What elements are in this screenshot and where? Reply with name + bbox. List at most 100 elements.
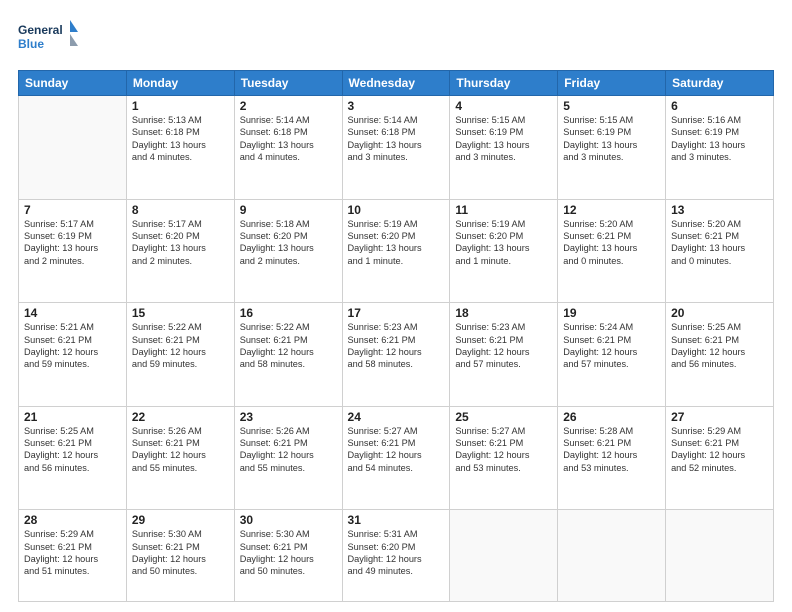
day-cell: 18Sunrise: 5:23 AM Sunset: 6:21 PM Dayli…: [450, 303, 558, 407]
day-info: Sunrise: 5:29 AM Sunset: 6:21 PM Dayligh…: [24, 528, 121, 578]
day-cell: 25Sunrise: 5:27 AM Sunset: 6:21 PM Dayli…: [450, 406, 558, 510]
day-cell: [450, 510, 558, 602]
day-cell: [19, 96, 127, 200]
day-number: 7: [24, 203, 121, 217]
day-info: Sunrise: 5:23 AM Sunset: 6:21 PM Dayligh…: [348, 321, 445, 371]
day-cell: 14Sunrise: 5:21 AM Sunset: 6:21 PM Dayli…: [19, 303, 127, 407]
day-cell: 22Sunrise: 5:26 AM Sunset: 6:21 PM Dayli…: [126, 406, 234, 510]
day-cell: 30Sunrise: 5:30 AM Sunset: 6:21 PM Dayli…: [234, 510, 342, 602]
day-cell: 29Sunrise: 5:30 AM Sunset: 6:21 PM Dayli…: [126, 510, 234, 602]
col-header-friday: Friday: [558, 71, 666, 96]
day-number: 13: [671, 203, 768, 217]
day-cell: 20Sunrise: 5:25 AM Sunset: 6:21 PM Dayli…: [666, 303, 774, 407]
col-header-sunday: Sunday: [19, 71, 127, 96]
day-number: 27: [671, 410, 768, 424]
day-info: Sunrise: 5:25 AM Sunset: 6:21 PM Dayligh…: [671, 321, 768, 371]
col-header-thursday: Thursday: [450, 71, 558, 96]
day-number: 4: [455, 99, 552, 113]
day-info: Sunrise: 5:23 AM Sunset: 6:21 PM Dayligh…: [455, 321, 552, 371]
day-info: Sunrise: 5:27 AM Sunset: 6:21 PM Dayligh…: [455, 425, 552, 475]
day-cell: 10Sunrise: 5:19 AM Sunset: 6:20 PM Dayli…: [342, 199, 450, 303]
day-cell: 1Sunrise: 5:13 AM Sunset: 6:18 PM Daylig…: [126, 96, 234, 200]
week-row-2: 7Sunrise: 5:17 AM Sunset: 6:19 PM Daylig…: [19, 199, 774, 303]
week-row-1: 1Sunrise: 5:13 AM Sunset: 6:18 PM Daylig…: [19, 96, 774, 200]
day-info: Sunrise: 5:27 AM Sunset: 6:21 PM Dayligh…: [348, 425, 445, 475]
day-number: 2: [240, 99, 337, 113]
day-cell: 19Sunrise: 5:24 AM Sunset: 6:21 PM Dayli…: [558, 303, 666, 407]
day-cell: 3Sunrise: 5:14 AM Sunset: 6:18 PM Daylig…: [342, 96, 450, 200]
day-cell: 27Sunrise: 5:29 AM Sunset: 6:21 PM Dayli…: [666, 406, 774, 510]
day-cell: 28Sunrise: 5:29 AM Sunset: 6:21 PM Dayli…: [19, 510, 127, 602]
logo-svg: General Blue: [18, 18, 78, 60]
day-info: Sunrise: 5:17 AM Sunset: 6:20 PM Dayligh…: [132, 218, 229, 268]
day-number: 17: [348, 306, 445, 320]
day-number: 11: [455, 203, 552, 217]
day-cell: 2Sunrise: 5:14 AM Sunset: 6:18 PM Daylig…: [234, 96, 342, 200]
day-info: Sunrise: 5:13 AM Sunset: 6:18 PM Dayligh…: [132, 114, 229, 164]
day-number: 23: [240, 410, 337, 424]
day-cell: 15Sunrise: 5:22 AM Sunset: 6:21 PM Dayli…: [126, 303, 234, 407]
day-info: Sunrise: 5:25 AM Sunset: 6:21 PM Dayligh…: [24, 425, 121, 475]
day-cell: 5Sunrise: 5:15 AM Sunset: 6:19 PM Daylig…: [558, 96, 666, 200]
day-number: 12: [563, 203, 660, 217]
day-number: 21: [24, 410, 121, 424]
day-number: 26: [563, 410, 660, 424]
day-info: Sunrise: 5:26 AM Sunset: 6:21 PM Dayligh…: [240, 425, 337, 475]
day-number: 31: [348, 513, 445, 527]
week-row-5: 28Sunrise: 5:29 AM Sunset: 6:21 PM Dayli…: [19, 510, 774, 602]
day-info: Sunrise: 5:29 AM Sunset: 6:21 PM Dayligh…: [671, 425, 768, 475]
day-info: Sunrise: 5:14 AM Sunset: 6:18 PM Dayligh…: [240, 114, 337, 164]
day-info: Sunrise: 5:22 AM Sunset: 6:21 PM Dayligh…: [240, 321, 337, 371]
day-cell: 16Sunrise: 5:22 AM Sunset: 6:21 PM Dayli…: [234, 303, 342, 407]
day-info: Sunrise: 5:20 AM Sunset: 6:21 PM Dayligh…: [671, 218, 768, 268]
day-number: 16: [240, 306, 337, 320]
day-info: Sunrise: 5:19 AM Sunset: 6:20 PM Dayligh…: [455, 218, 552, 268]
day-number: 1: [132, 99, 229, 113]
day-number: 15: [132, 306, 229, 320]
day-info: Sunrise: 5:26 AM Sunset: 6:21 PM Dayligh…: [132, 425, 229, 475]
day-cell: 12Sunrise: 5:20 AM Sunset: 6:21 PM Dayli…: [558, 199, 666, 303]
day-number: 30: [240, 513, 337, 527]
day-number: 14: [24, 306, 121, 320]
col-header-wednesday: Wednesday: [342, 71, 450, 96]
day-info: Sunrise: 5:30 AM Sunset: 6:21 PM Dayligh…: [240, 528, 337, 578]
header: General Blue: [18, 18, 774, 60]
day-cell: 11Sunrise: 5:19 AM Sunset: 6:20 PM Dayli…: [450, 199, 558, 303]
day-number: 3: [348, 99, 445, 113]
day-info: Sunrise: 5:24 AM Sunset: 6:21 PM Dayligh…: [563, 321, 660, 371]
day-info: Sunrise: 5:15 AM Sunset: 6:19 PM Dayligh…: [455, 114, 552, 164]
day-number: 24: [348, 410, 445, 424]
day-info: Sunrise: 5:19 AM Sunset: 6:20 PM Dayligh…: [348, 218, 445, 268]
header-row: SundayMondayTuesdayWednesdayThursdayFrid…: [19, 71, 774, 96]
day-cell: 13Sunrise: 5:20 AM Sunset: 6:21 PM Dayli…: [666, 199, 774, 303]
day-info: Sunrise: 5:20 AM Sunset: 6:21 PM Dayligh…: [563, 218, 660, 268]
day-cell: [558, 510, 666, 602]
day-number: 5: [563, 99, 660, 113]
day-cell: [666, 510, 774, 602]
day-number: 8: [132, 203, 229, 217]
day-number: 28: [24, 513, 121, 527]
day-info: Sunrise: 5:14 AM Sunset: 6:18 PM Dayligh…: [348, 114, 445, 164]
day-number: 18: [455, 306, 552, 320]
day-number: 19: [563, 306, 660, 320]
day-number: 9: [240, 203, 337, 217]
day-cell: 26Sunrise: 5:28 AM Sunset: 6:21 PM Dayli…: [558, 406, 666, 510]
day-info: Sunrise: 5:30 AM Sunset: 6:21 PM Dayligh…: [132, 528, 229, 578]
day-cell: 21Sunrise: 5:25 AM Sunset: 6:21 PM Dayli…: [19, 406, 127, 510]
calendar-table: SundayMondayTuesdayWednesdayThursdayFrid…: [18, 70, 774, 602]
page: General Blue SundayMondayTuesdayWednesda…: [0, 0, 792, 612]
day-number: 25: [455, 410, 552, 424]
col-header-tuesday: Tuesday: [234, 71, 342, 96]
day-number: 20: [671, 306, 768, 320]
day-number: 6: [671, 99, 768, 113]
day-cell: 9Sunrise: 5:18 AM Sunset: 6:20 PM Daylig…: [234, 199, 342, 303]
svg-text:Blue: Blue: [18, 37, 44, 51]
day-cell: 17Sunrise: 5:23 AM Sunset: 6:21 PM Dayli…: [342, 303, 450, 407]
day-cell: 24Sunrise: 5:27 AM Sunset: 6:21 PM Dayli…: [342, 406, 450, 510]
day-info: Sunrise: 5:18 AM Sunset: 6:20 PM Dayligh…: [240, 218, 337, 268]
week-row-4: 21Sunrise: 5:25 AM Sunset: 6:21 PM Dayli…: [19, 406, 774, 510]
day-info: Sunrise: 5:31 AM Sunset: 6:20 PM Dayligh…: [348, 528, 445, 578]
day-cell: 8Sunrise: 5:17 AM Sunset: 6:20 PM Daylig…: [126, 199, 234, 303]
logo: General Blue: [18, 18, 78, 60]
day-info: Sunrise: 5:15 AM Sunset: 6:19 PM Dayligh…: [563, 114, 660, 164]
